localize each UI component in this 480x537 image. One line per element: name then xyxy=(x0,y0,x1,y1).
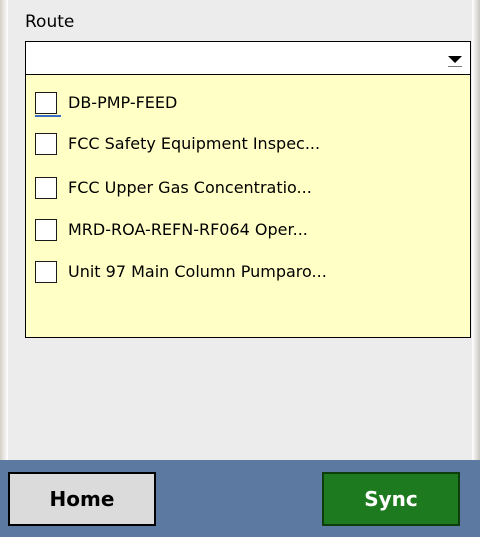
dropdown-arrow-icon[interactable] xyxy=(445,50,465,70)
route-list-item[interactable]: FCC Upper Gas Concentratio... xyxy=(35,177,460,205)
route-checkbox[interactable] xyxy=(35,92,61,117)
route-checklist: DB-PMP-FEED FCC Safety Equipment Inspec.… xyxy=(25,75,471,338)
route-checkbox[interactable] xyxy=(35,219,57,241)
route-checkbox[interactable] xyxy=(35,133,57,155)
route-list-item[interactable]: FCC Safety Equipment Inspec... xyxy=(35,133,460,161)
route-list-item[interactable]: DB-PMP-FEED xyxy=(35,92,460,120)
route-item-label: Unit 97 Main Column Pumparo... xyxy=(68,262,327,281)
sync-button[interactable]: Sync xyxy=(322,472,460,526)
route-list-item[interactable]: MRD-ROA-REFN-RF064 Oper... xyxy=(35,219,460,247)
window-frame-right xyxy=(472,0,480,460)
route-label: Route xyxy=(25,12,75,32)
route-checkbox[interactable] xyxy=(35,177,57,199)
route-item-label: FCC Upper Gas Concentratio... xyxy=(68,178,312,197)
bottom-toolbar: Home Sync xyxy=(0,460,480,537)
route-dropdown[interactable] xyxy=(25,41,471,75)
route-list-item[interactable]: Unit 97 Main Column Pumparo... xyxy=(35,261,460,289)
route-checkbox[interactable] xyxy=(35,261,57,283)
window-frame-left xyxy=(0,0,8,460)
route-selection-panel: Route DB-PMP-FEED FCC Safety Equipment I… xyxy=(8,0,472,460)
route-item-label: MRD-ROA-REFN-RF064 Oper... xyxy=(68,220,308,239)
route-item-label: FCC Safety Equipment Inspec... xyxy=(68,134,321,153)
route-item-label: DB-PMP-FEED xyxy=(68,93,178,112)
home-button[interactable]: Home xyxy=(8,472,156,526)
